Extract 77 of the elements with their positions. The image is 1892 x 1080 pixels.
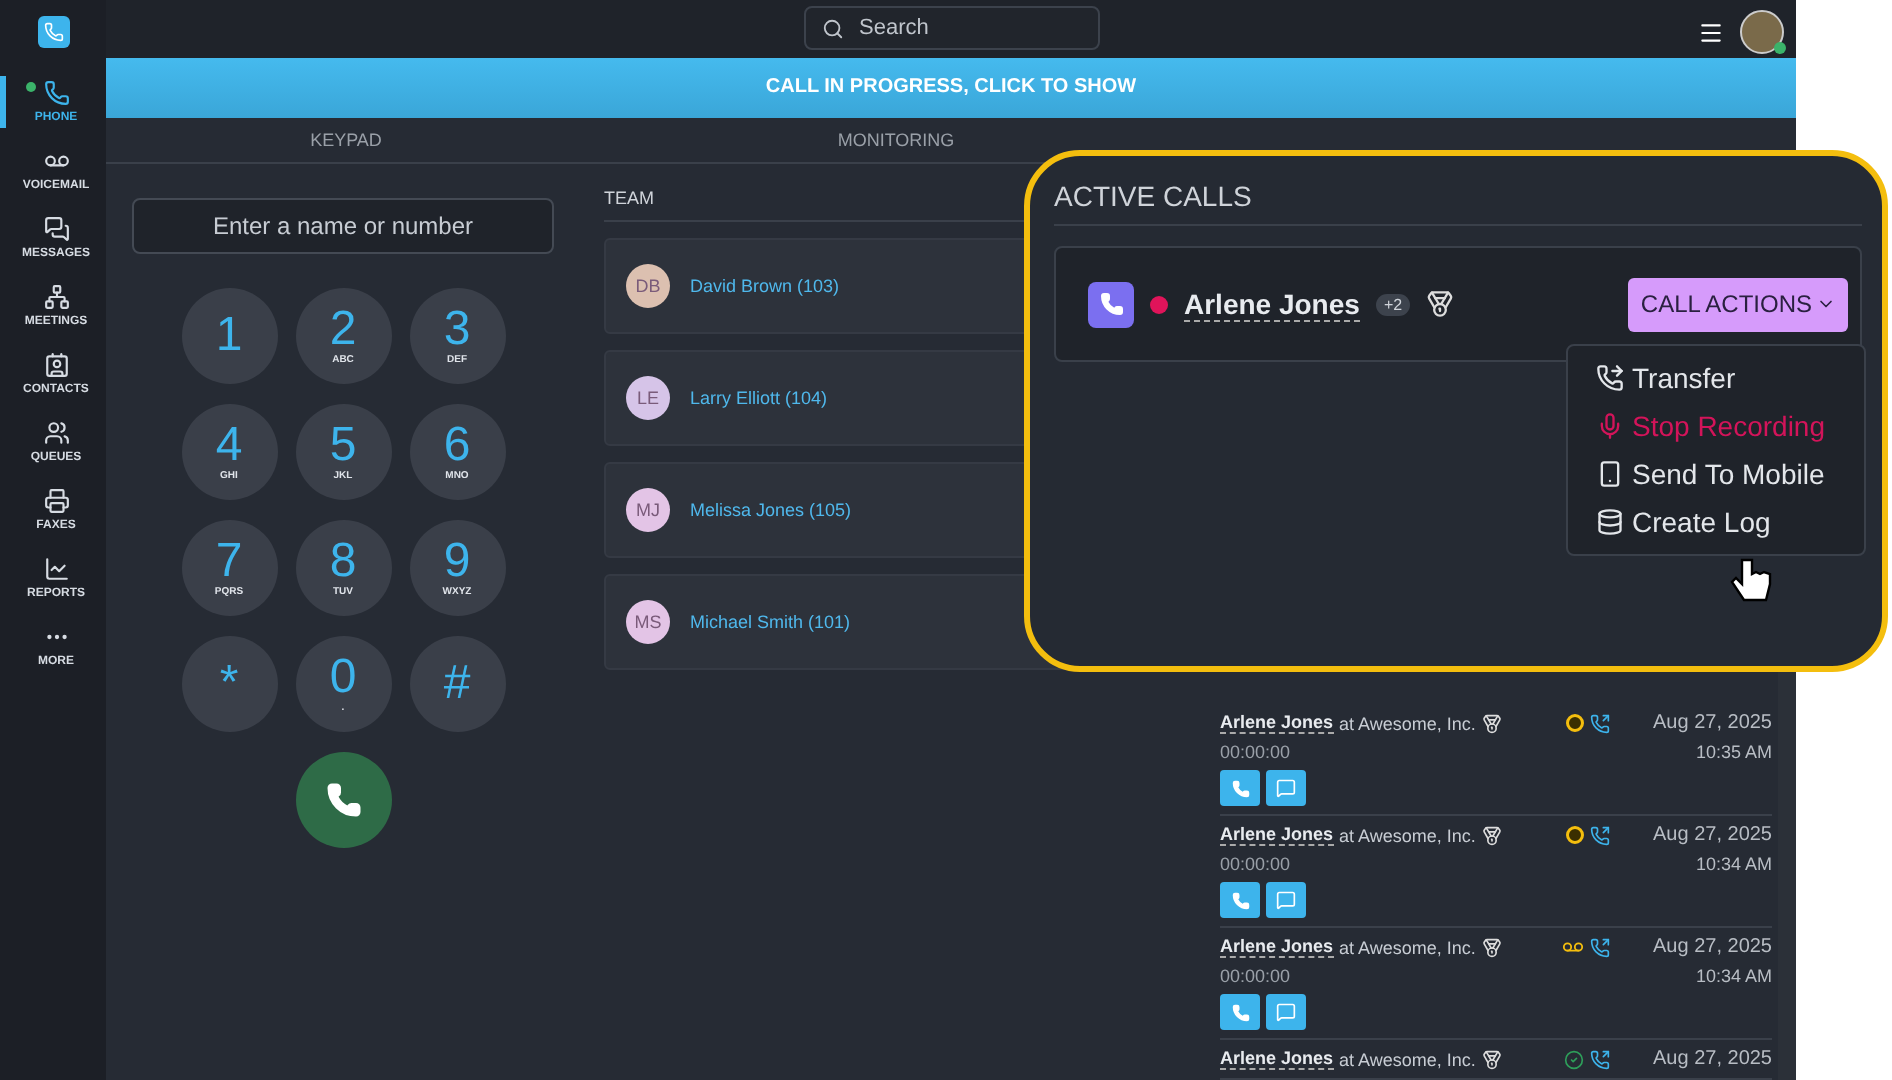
phone-icon (1231, 779, 1249, 797)
caller-link[interactable]: Arlene Jones (1184, 287, 1360, 321)
phone-icon (43, 80, 69, 106)
phone-icon (1589, 937, 1609, 957)
caller-link[interactable]: Arlene Jones (1220, 1048, 1334, 1070)
caller-link[interactable]: Arlene Jones (1220, 824, 1334, 846)
phone-icon (1088, 281, 1134, 327)
message-button[interactable] (1266, 882, 1306, 918)
company-text: at Awesome, Inc. (1339, 713, 1476, 733)
call-actions-button[interactable]: CALL ACTIONS (1628, 277, 1848, 331)
contacts-icon (43, 352, 69, 378)
app-logo (37, 16, 69, 48)
meetings-icon (43, 284, 69, 310)
menu-icon[interactable] (1698, 19, 1724, 45)
company-text: at Awesome, Inc. (1339, 937, 1476, 957)
call-duration: 00:00:00 (1220, 854, 1293, 874)
message-button[interactable] (1266, 770, 1306, 806)
call-time: 10:35 AM (1693, 742, 1772, 762)
initials-avatar: DB (626, 264, 670, 308)
message-button[interactable] (1266, 994, 1306, 1030)
member-link[interactable]: Larry Elliott (104) (690, 388, 828, 408)
member-link[interactable]: Melissa Jones (105) (690, 500, 852, 520)
member-link[interactable]: Michael Smith (101) (690, 612, 851, 632)
search-field[interactable]: Search (803, 6, 1099, 51)
member-link[interactable]: David Brown (103) (690, 276, 840, 296)
medal-icon (1481, 713, 1502, 733)
dial-key[interactable]: 1 (181, 288, 277, 384)
caller-link[interactable]: Arlene Jones (1220, 712, 1334, 734)
queues-icon (43, 420, 69, 446)
panel-title: ACTIVE CALLS (1054, 180, 1862, 226)
search-input[interactable]: Search (855, 14, 1063, 43)
company-text: at Awesome, Inc. (1339, 825, 1476, 845)
medal-icon (1426, 290, 1455, 318)
call-time: 10:34 AM (1693, 966, 1772, 986)
phone-icon (325, 782, 361, 818)
participant-count: +2 (1375, 293, 1411, 315)
number-field[interactable]: Enter a name or number (132, 198, 554, 254)
initials-avatar: MJ (626, 488, 670, 532)
phone-icon (1231, 1003, 1249, 1021)
menu-item[interactable]: Send To Mobile (1568, 450, 1864, 498)
initials-avatar: LE (626, 376, 670, 420)
call-date: Aug 27, 2025 (1653, 1048, 1772, 1070)
caller-link[interactable]: Arlene Jones (1220, 936, 1334, 958)
messages-icon (43, 216, 69, 242)
call-duration: 00:00:00 (1220, 966, 1293, 986)
phone-icon (1589, 1049, 1609, 1069)
call-time: 10:34 AM (1693, 854, 1772, 874)
message-icon (1276, 1002, 1296, 1022)
call-date: Aug 27, 2025 (1653, 824, 1772, 846)
faxes-icon (43, 488, 69, 514)
phone-forward-icon (1596, 364, 1624, 392)
medal-icon (1481, 1049, 1502, 1069)
phone-icon (1589, 713, 1609, 733)
message-icon (1276, 778, 1296, 798)
reports-icon (43, 556, 69, 582)
medal-icon (1481, 937, 1502, 957)
tab[interactable]: MONITORING (586, 118, 1206, 162)
call-date: Aug 27, 2025 (1653, 936, 1772, 958)
initials-avatar: MS (626, 600, 670, 644)
tab[interactable]: KEYPAD (106, 118, 586, 162)
user-avatar[interactable] (1740, 10, 1784, 54)
smartphone-icon (1596, 460, 1624, 488)
message-icon (1276, 890, 1296, 910)
phone-icon (1589, 825, 1609, 845)
company-text: at Awesome, Inc. (1339, 1049, 1476, 1069)
dial-key[interactable]: * (181, 636, 277, 732)
call-button[interactable] (295, 752, 391, 848)
medal-icon (1481, 825, 1502, 845)
dial-key[interactable]: # (409, 636, 505, 732)
microphone-icon (1596, 412, 1624, 440)
menu-item[interactable]: Transfer (1568, 354, 1864, 402)
database-icon (1596, 508, 1624, 536)
call-duration: 00:00:00 (1220, 742, 1293, 762)
search-icon (821, 17, 843, 40)
phone-icon (1231, 891, 1249, 909)
call-date: Aug 27, 2025 (1653, 712, 1772, 734)
menu-item[interactable]: Create Log (1568, 498, 1864, 546)
